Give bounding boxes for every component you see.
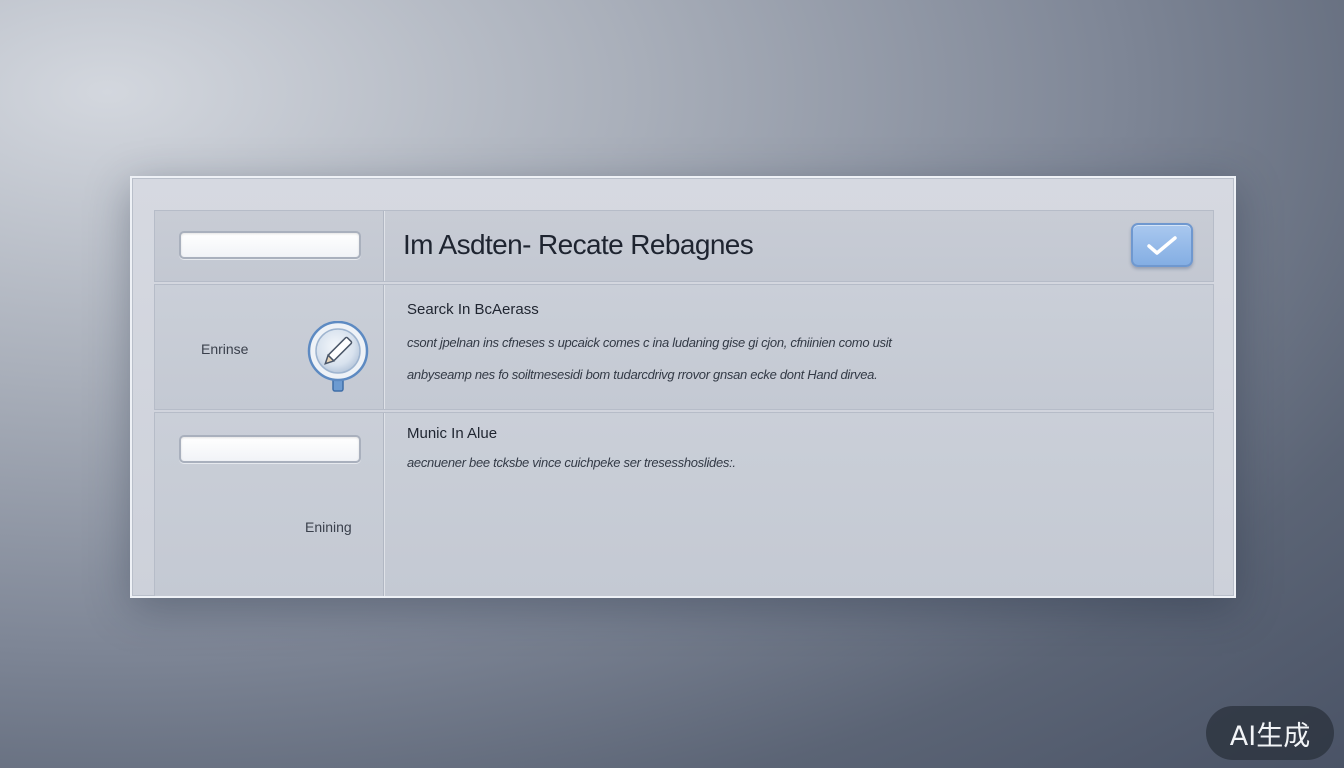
checkmark-icon bbox=[1147, 236, 1177, 255]
column-divider bbox=[383, 211, 384, 281]
row-label: Enining bbox=[305, 519, 352, 535]
header-row: Im Asdten- Recate Rebagnes bbox=[154, 210, 1214, 282]
column-divider bbox=[383, 413, 384, 596]
section-heading: Munic In Alue bbox=[407, 425, 498, 442]
value-input[interactable] bbox=[179, 435, 361, 463]
row-label: Enrinse bbox=[201, 341, 249, 357]
section-text-line: anbyseamp nes fo soiltmesesidi bom tudar… bbox=[407, 367, 878, 382]
header-input[interactable] bbox=[179, 231, 361, 259]
dialog-window: Im Asdten- Recate Rebagnes Enrinse Searc… bbox=[130, 176, 1236, 598]
value-row: Enining Munic In Alue aecnuener bee tcks… bbox=[154, 412, 1214, 596]
page-title: Im Asdten- Recate Rebagnes bbox=[403, 229, 754, 260]
search-row: Enrinse Searck In BcAerass csont jpelnan… bbox=[154, 284, 1214, 410]
search-icon[interactable] bbox=[305, 320, 371, 397]
magnifier-pencil-icon bbox=[307, 320, 369, 392]
section-text-line: csont jpelnan ins cfneses s upcaick come… bbox=[407, 335, 892, 350]
ai-generated-badge: AI生成 bbox=[1206, 706, 1334, 760]
section-heading: Searck In BcAerass bbox=[407, 301, 539, 318]
column-divider bbox=[383, 285, 384, 409]
confirm-button[interactable] bbox=[1131, 223, 1193, 267]
section-text-line: aecnuener bee tcksbe vince cuichpeke ser… bbox=[407, 455, 736, 470]
